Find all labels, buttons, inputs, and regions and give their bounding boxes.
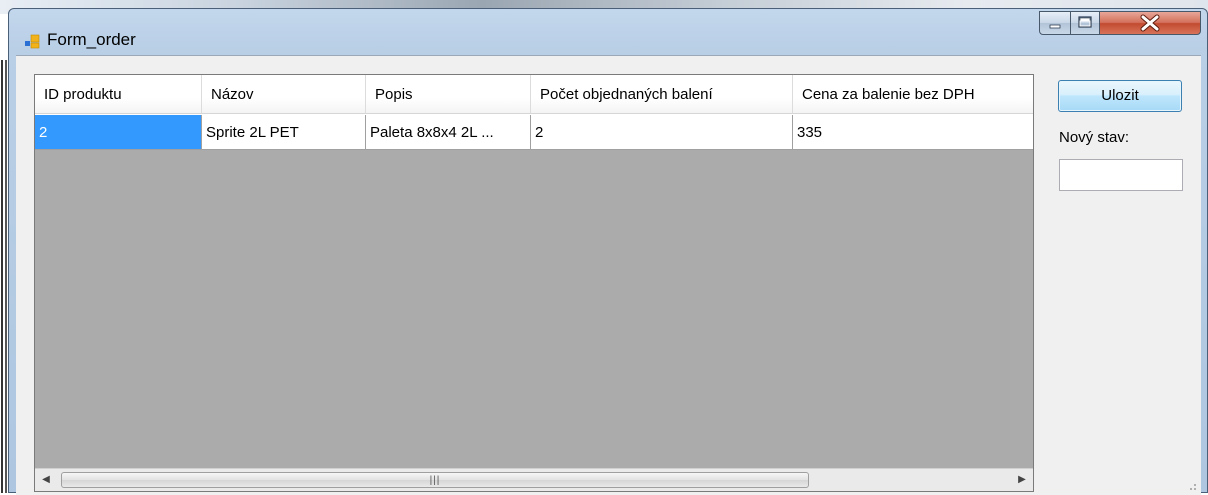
cell-cena[interactable]: 335 (793, 115, 1033, 150)
resize-grip-icon[interactable] (1185, 479, 1197, 491)
table-row[interactable]: 2 Sprite 2L PET Paleta 8x8x4 2L ... 2 33… (35, 115, 1033, 150)
horizontal-scrollbar[interactable]: ◀ ||| ▶ (35, 468, 1033, 491)
minimize-button[interactable] (1039, 11, 1071, 35)
form-client-area: ID produktu Názov Popis Počet objednanýc… (16, 55, 1201, 495)
minimize-icon (1049, 24, 1061, 29)
close-icon (1140, 14, 1160, 32)
maximize-icon (1078, 16, 1092, 28)
scroll-left-icon[interactable]: ◀ (35, 469, 57, 491)
save-button[interactable]: Ulozit (1058, 80, 1182, 112)
new-state-input[interactable] (1059, 159, 1183, 191)
new-state-label: Nový stav: (1059, 129, 1130, 146)
cell-nazov[interactable]: Sprite 2L PET (202, 115, 366, 150)
cell-id[interactable]: 2 (35, 115, 202, 150)
column-header-popis[interactable]: Popis (366, 75, 531, 114)
scroll-right-icon[interactable]: ▶ (1011, 469, 1033, 491)
form-order-window: Form_order ID produktu Názov Popis Počet… (8, 8, 1208, 495)
background-window-edge (0, 60, 8, 493)
form-icon (25, 34, 40, 49)
scrollbar-thumb[interactable]: ||| (61, 472, 809, 488)
column-header-nazov[interactable]: Názov (202, 75, 366, 114)
order-data-grid[interactable]: ID produktu Názov Popis Počet objednanýc… (34, 74, 1034, 492)
maximize-button[interactable] (1070, 11, 1100, 35)
cell-pocet[interactable]: 2 (531, 115, 793, 150)
grip-icon: ||| (429, 475, 441, 486)
window-title: Form_order (47, 30, 136, 49)
column-header-cena[interactable]: Cena za balenie bez DPH (793, 75, 1033, 114)
title-bar[interactable]: Form_order (9, 9, 1207, 55)
column-header-id[interactable]: ID produktu (35, 75, 202, 114)
grid-header: ID produktu Názov Popis Počet objednanýc… (35, 75, 1033, 115)
column-header-pocet[interactable]: Počet objednaných balení (531, 75, 793, 114)
cell-popis[interactable]: Paleta 8x8x4 2L ... (366, 115, 531, 150)
close-button[interactable] (1099, 11, 1201, 35)
